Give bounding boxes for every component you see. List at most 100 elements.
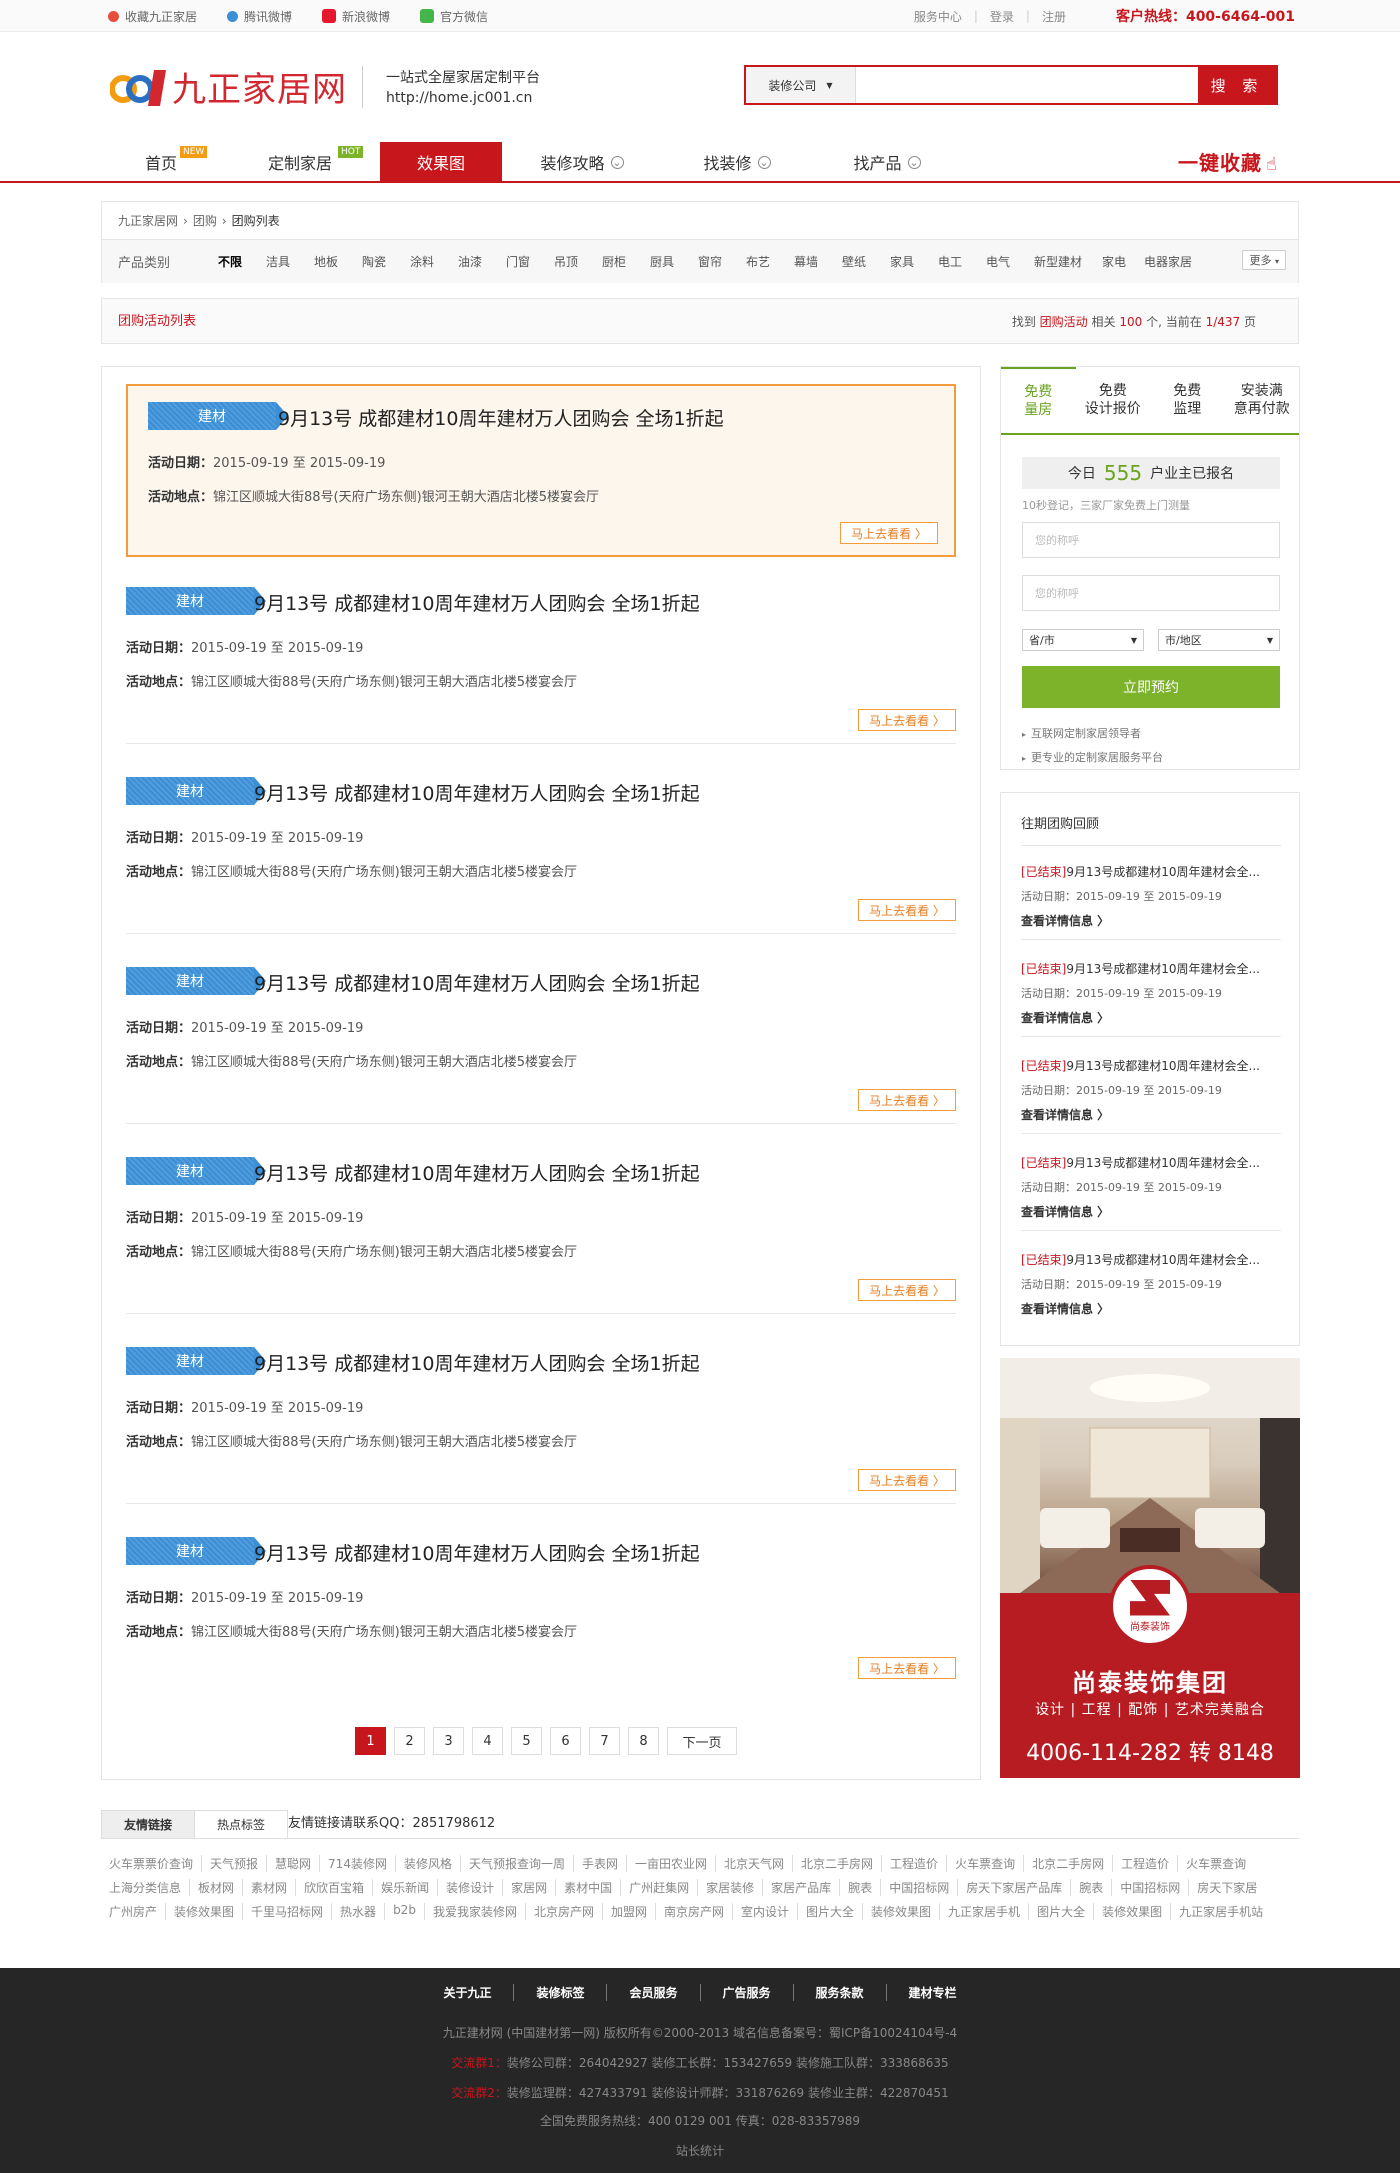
- friend-link[interactable]: 中国招标网: [1112, 1879, 1190, 1896]
- friend-link[interactable]: 图片大全: [1029, 1903, 1095, 1920]
- search-input[interactable]: [856, 67, 1198, 103]
- past-item[interactable]: [已结束]9月13号成都建材10周年建材会全... 活动日期：2015-09-1…: [1021, 960, 1281, 1037]
- friend-link[interactable]: 素材网: [243, 1879, 297, 1896]
- friend-link[interactable]: 欣欣百宝箱: [296, 1879, 374, 1896]
- past-item[interactable]: [已结束]9月13号成都建材10周年建材会全... 活动日期：2015-09-1…: [1021, 1154, 1281, 1231]
- friend-link[interactable]: 南京房产网: [656, 1903, 733, 1920]
- friend-link[interactable]: 火车票查询: [1178, 1855, 1254, 1872]
- category-all[interactable]: 不限: [218, 253, 266, 270]
- past-item[interactable]: [已结束]9月13号成都建材10周年建材会全... 活动日期：2015-09-1…: [1021, 1057, 1281, 1134]
- friend-link[interactable]: 家居产品库: [763, 1879, 841, 1896]
- activity-title[interactable]: 9月13号 成都建材10周年建材万人团购会 全场1折起: [278, 404, 724, 431]
- category-item[interactable]: 门窗: [506, 253, 554, 270]
- friend-link[interactable]: 房天下家居产品库: [958, 1879, 1072, 1896]
- page-button[interactable]: 8: [628, 1727, 659, 1755]
- view-detail-link[interactable]: 查看详情信息 〉: [1021, 1203, 1281, 1220]
- friend-link[interactable]: 广州房产: [101, 1903, 167, 1920]
- category-item[interactable]: 电工: [938, 253, 986, 270]
- nav-item-find-decor[interactable]: 找装修 ⌄: [662, 142, 812, 182]
- friend-link[interactable]: 火车票查询: [947, 1855, 1025, 1872]
- tencent-weibo-link[interactable]: 腾讯微博: [227, 8, 292, 25]
- past-item[interactable]: [已结束]9月13号成都建材10周年建材会全... 活动日期：2015-09-1…: [1021, 863, 1281, 940]
- tab-free-measure[interactable]: 免费 量房: [1001, 367, 1076, 433]
- friend-link[interactable]: 手表网: [574, 1855, 627, 1872]
- friend-link[interactable]: 九正家居手机站: [1171, 1903, 1271, 1920]
- friend-link[interactable]: 火车票票价查询: [101, 1855, 203, 1872]
- nav-item-custom[interactable]: 定制家居 HOT: [220, 142, 380, 182]
- friend-link[interactable]: 天气预报: [202, 1855, 268, 1872]
- activity-card[interactable]: 建材 9月13号 成都建材10周年建材万人团购会 全场1折起 活动日期：2015…: [126, 1333, 956, 1503]
- tab-friend-links[interactable]: 友情链接: [101, 1810, 196, 1838]
- category-item[interactable]: 地板: [314, 253, 362, 270]
- category-item[interactable]: 幕墙: [794, 253, 842, 270]
- category-item[interactable]: 布艺: [746, 253, 794, 270]
- friend-link[interactable]: 广州赶集网: [621, 1879, 699, 1896]
- register-link[interactable]: 注册: [1042, 8, 1066, 25]
- friend-link[interactable]: 一亩田农业网: [627, 1855, 717, 1872]
- activity-card[interactable]: 建材 9月13号 成都建材10周年建材万人团购会 全场1折起 活动日期：2015…: [126, 763, 956, 933]
- book-now-button[interactable]: 立即预约: [1022, 666, 1280, 708]
- service-center-link[interactable]: 服务中心: [914, 8, 962, 25]
- friend-link[interactable]: 室内设计: [733, 1903, 799, 1920]
- category-item[interactable]: 电气: [986, 253, 1034, 270]
- activity-title[interactable]: 9月13号 成都建材10周年建材万人团购会 全场1折起: [254, 1349, 700, 1376]
- bookmark-site-button[interactable]: 一键收藏 ☝: [1178, 147, 1278, 176]
- nav-item-home[interactable]: 首页 NEW: [102, 142, 220, 182]
- page-button[interactable]: 7: [589, 1727, 620, 1755]
- page-button[interactable]: 3: [433, 1727, 464, 1755]
- more-categories-button[interactable]: 更多 ▾: [1242, 250, 1286, 270]
- category-item[interactable]: 窗帘: [698, 253, 746, 270]
- friend-link[interactable]: 娱乐新闻: [373, 1879, 439, 1896]
- friend-link[interactable]: 北京二手房网: [793, 1855, 883, 1872]
- page-button[interactable]: 6: [550, 1727, 581, 1755]
- site-logo[interactable]: 九正家居网: [109, 62, 347, 111]
- tab-free-quote[interactable]: 免费 设计报价: [1076, 367, 1151, 433]
- activity-card[interactable]: 建材 9月13号 成都建材10周年建材万人团购会 全场1折起 活动日期：2015…: [126, 1143, 956, 1313]
- category-item[interactable]: 电器家居: [1144, 253, 1212, 270]
- view-detail-button[interactable]: 马上去看看 〉: [858, 709, 956, 731]
- past-item-title[interactable]: [已结束]9月13号成都建材10周年建材会全...: [1021, 1251, 1281, 1268]
- footer-link[interactable]: 建材专栏: [887, 1984, 979, 2001]
- activity-card[interactable]: 建材 9月13号 成都建材10周年建材万人团购会 全场1折起 活动日期：2015…: [126, 384, 956, 557]
- category-item[interactable]: 涂料: [410, 253, 458, 270]
- view-detail-link[interactable]: 查看详情信息 〉: [1021, 1009, 1281, 1026]
- view-detail-button[interactable]: 马上去看看 〉: [858, 1469, 956, 1491]
- view-detail-button[interactable]: 马上去看看 〉: [858, 1279, 956, 1301]
- view-detail-button[interactable]: 马上去看看 〉: [858, 899, 956, 921]
- friend-link[interactable]: 装修设计: [438, 1879, 504, 1896]
- friend-link[interactable]: 工程造价: [1113, 1855, 1179, 1872]
- tab-pay-after[interactable]: 安装满 意再付款: [1225, 367, 1300, 433]
- friend-link[interactable]: 天气预报查询一周: [461, 1855, 574, 1872]
- friend-link[interactable]: 装修效果图: [166, 1903, 244, 1920]
- friend-link[interactable]: 北京天气网: [716, 1855, 794, 1872]
- category-item[interactable]: 洁具: [266, 253, 314, 270]
- phone-input[interactable]: 您的称呼: [1022, 575, 1280, 611]
- friend-link[interactable]: 慧聪网: [267, 1855, 321, 1872]
- friend-link[interactable]: b2b: [385, 1903, 425, 1920]
- view-detail-button[interactable]: 马上去看看 〉: [858, 1089, 956, 1111]
- friend-link[interactable]: 装修风格: [396, 1855, 461, 1872]
- category-item[interactable]: 厨柜: [602, 253, 650, 270]
- friend-link[interactable]: 素材中国: [556, 1879, 622, 1896]
- nav-item-guide[interactable]: 装修攻略 ⌄: [502, 142, 662, 182]
- province-select[interactable]: 省/市 ▼: [1022, 629, 1144, 651]
- friend-link[interactable]: 装修效果图: [863, 1903, 941, 1920]
- page-button[interactable]: 2: [394, 1727, 425, 1755]
- tab-hot-tags[interactable]: 热点标签: [194, 1810, 289, 1838]
- category-item[interactable]: 家电: [1102, 253, 1144, 270]
- activity-card[interactable]: 建材 9月13号 成都建材10周年建材万人团购会 全场1折起 活动日期：2015…: [126, 1523, 956, 1693]
- page-button[interactable]: 4: [472, 1727, 503, 1755]
- breadcrumb-groupbuy[interactable]: 团购: [193, 212, 217, 229]
- friend-link[interactable]: 我爱我家装修网: [425, 1903, 526, 1920]
- site-stats-link[interactable]: 站长统计: [0, 2142, 1400, 2159]
- past-item-title[interactable]: [已结束]9月13号成都建材10周年建材会全...: [1021, 960, 1281, 977]
- friend-link[interactable]: 板材网: [190, 1879, 244, 1896]
- friend-link[interactable]: 714装修网: [320, 1855, 396, 1872]
- past-item-title[interactable]: [已结束]9月13号成都建材10周年建材会全...: [1021, 1057, 1281, 1074]
- view-detail-button[interactable]: 马上去看看 〉: [858, 1657, 956, 1679]
- past-item-title[interactable]: [已结束]9月13号成都建材10周年建材会全...: [1021, 1154, 1281, 1171]
- category-item[interactable]: 油漆: [458, 253, 506, 270]
- friend-link[interactable]: 加盟网: [603, 1903, 656, 1920]
- breadcrumb-home[interactable]: 九正家居网: [118, 212, 178, 229]
- past-item[interactable]: [已结束]9月13号成都建材10周年建材会全... 活动日期：2015-09-1…: [1021, 1251, 1281, 1317]
